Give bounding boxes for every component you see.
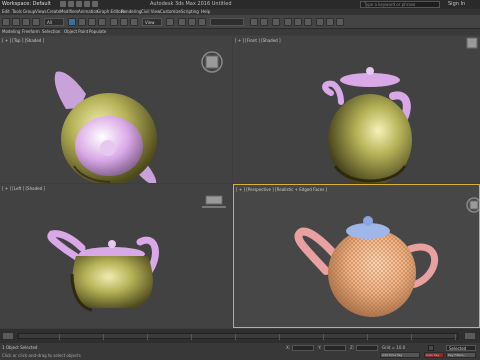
- named-selection-sets-dropdown[interactable]: [210, 18, 244, 26]
- viewcube-icon[interactable]: [0, 36, 232, 183]
- undo-icon[interactable]: [84, 1, 90, 7]
- render-setup-icon[interactable]: [316, 18, 324, 26]
- time-slider[interactable]: [0, 329, 480, 343]
- selection-filter-dropdown[interactable]: All: [44, 18, 64, 26]
- time-slider-next-icon[interactable]: [464, 332, 476, 340]
- ribbon-tab-selection[interactable]: Selection: [42, 29, 60, 35]
- grid-readout: Grid = 10.0: [382, 345, 406, 350]
- select-by-name-icon[interactable]: [78, 18, 86, 26]
- window-crossing-icon[interactable]: [98, 18, 106, 26]
- rect-selection-icon[interactable]: [88, 18, 96, 26]
- play-animation-icon[interactable]: [428, 345, 434, 351]
- undo-button-icon[interactable]: [2, 18, 10, 26]
- percent-snap-icon[interactable]: [198, 18, 206, 26]
- y-coord-label: Y:: [318, 345, 322, 350]
- ribbon-tab-freeform[interactable]: Freeform: [22, 29, 40, 35]
- open-file-icon[interactable]: [68, 1, 74, 7]
- ribbon-tab-populate[interactable]: Populate: [89, 29, 106, 35]
- perspective-viewcube-icon[interactable]: [234, 185, 480, 328]
- ribbon-tab-object-paint[interactable]: Object Paint: [64, 29, 88, 35]
- status-bar: 1 Object Selected Click or click-and-dra…: [0, 343, 480, 360]
- rotate-icon[interactable]: [120, 18, 128, 26]
- move-icon[interactable]: [110, 18, 118, 26]
- unlink-icon[interactable]: [32, 18, 40, 26]
- selection-info: 1 Object Selected: [2, 345, 38, 350]
- prompt-line: Click or click-and-drag to select object…: [2, 353, 81, 358]
- key-filters-button[interactable]: Key Filters...: [446, 352, 476, 358]
- auto-key-button[interactable]: Auto Key: [424, 352, 444, 358]
- graphite-ribbon: Modeling Freeform Selection Object Paint…: [0, 29, 480, 35]
- new-file-icon[interactable]: [60, 1, 66, 7]
- viewport-perspective[interactable]: [ + ] [Perspective ] [Realistic + Edged …: [233, 184, 480, 328]
- angle-snap-icon[interactable]: [188, 18, 196, 26]
- schematic-view-icon[interactable]: [294, 18, 302, 26]
- redo-button-icon[interactable]: [12, 18, 20, 26]
- title-bar: Workspace: Default Autodesk 3ds Max 2016…: [0, 0, 480, 9]
- add-time-tag-button[interactable]: Add Time Tag: [380, 352, 420, 358]
- redo-icon[interactable]: [92, 1, 98, 7]
- main-toolbar: All View: [0, 15, 480, 29]
- layer-explorer-icon[interactable]: [272, 18, 280, 26]
- track-bar[interactable]: [18, 333, 458, 340]
- reference-coordinate-dropdown[interactable]: View: [142, 18, 162, 26]
- 3ds-max-window: Workspace: Default Autodesk 3ds Max 2016…: [0, 0, 480, 360]
- y-coord-field[interactable]: [324, 345, 346, 351]
- select-object-icon[interactable]: [68, 18, 76, 26]
- pivot-center-icon[interactable]: [166, 18, 174, 26]
- align-icon[interactable]: [260, 18, 268, 26]
- search-input[interactable]: Type a keyword or phrase: [360, 1, 440, 8]
- mirror-icon[interactable]: [250, 18, 258, 26]
- sign-in-link[interactable]: Sign In: [448, 0, 465, 9]
- z-coord-label: Z:: [350, 345, 355, 350]
- time-slider-prev-icon[interactable]: [2, 332, 14, 340]
- viewport-left[interactable]: [ + ] [Left ] [Shaded ]: [0, 184, 232, 328]
- x-coord-field[interactable]: [292, 345, 314, 351]
- rendered-frame-window-icon[interactable]: [326, 18, 334, 26]
- ribbon-tab-modeling[interactable]: Modeling: [2, 29, 20, 35]
- key-filter-dropdown[interactable]: Selected: [446, 345, 476, 351]
- viewport-front[interactable]: [ + ] [Front ] [Shaded ]: [233, 36, 480, 183]
- viewport-top[interactable]: [ + ] [Top ] [Shaded ]: [0, 36, 232, 183]
- front-viewcube-icon[interactable]: [233, 36, 480, 183]
- curve-editor-icon[interactable]: [284, 18, 292, 26]
- window-title: Autodesk 3ds Max 2016 Untitled: [150, 1, 232, 7]
- workspace-selector[interactable]: Workspace: Default: [2, 0, 51, 9]
- x-coord-label: X:: [286, 345, 291, 350]
- scale-icon[interactable]: [130, 18, 138, 26]
- render-production-icon[interactable]: [336, 18, 344, 26]
- left-viewcube-icon[interactable]: [0, 184, 232, 328]
- material-editor-icon[interactable]: [304, 18, 312, 26]
- snaps-toggle-icon[interactable]: [178, 18, 186, 26]
- link-icon[interactable]: [22, 18, 30, 26]
- save-file-icon[interactable]: [76, 1, 82, 7]
- z-coord-field[interactable]: [356, 345, 378, 351]
